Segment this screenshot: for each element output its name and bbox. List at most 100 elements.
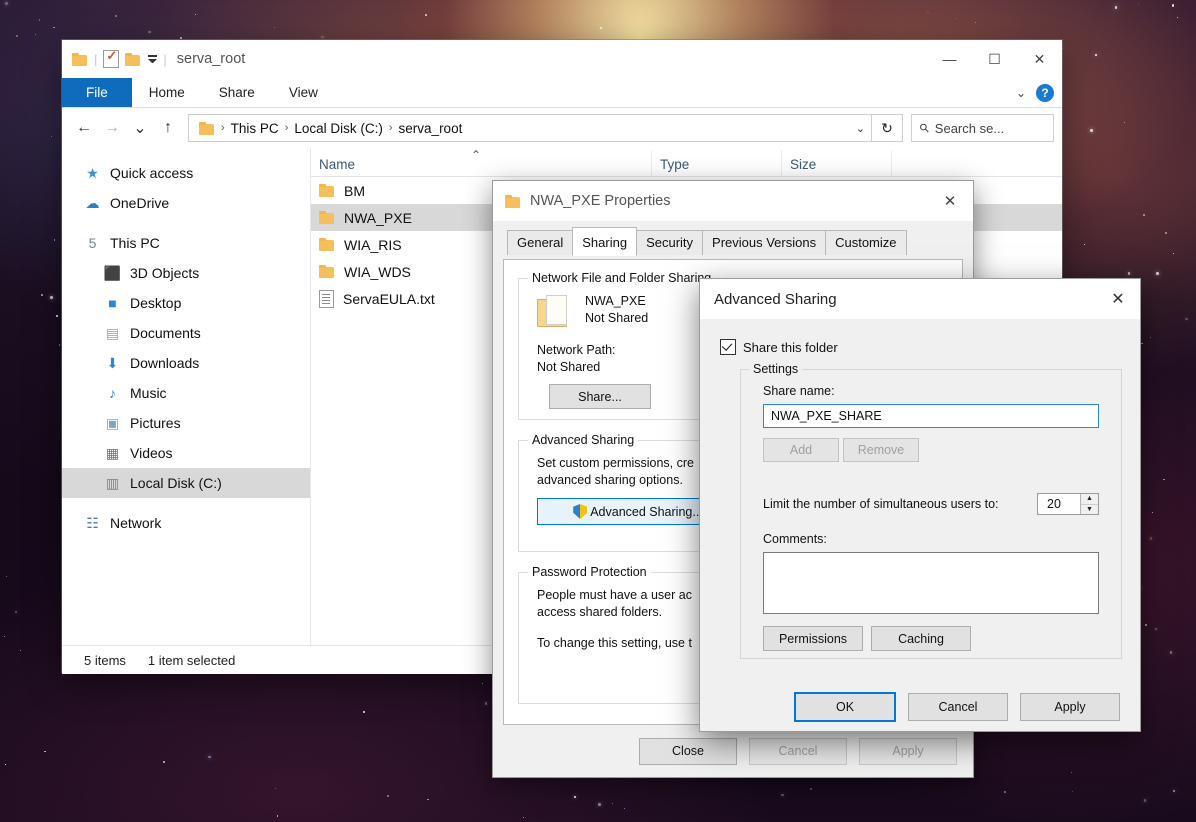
star: [275, 788, 276, 789]
quick-access-toolbar[interactable]: | |: [62, 50, 167, 68]
tab-home[interactable]: Home: [132, 78, 202, 107]
advanced-sharing-legend: Advanced Sharing: [528, 433, 638, 447]
sidebar-item-music[interactable]: ♪ Music: [62, 378, 310, 408]
star: [927, 12, 929, 14]
collapse-ribbon-icon[interactable]: ⌄: [1016, 86, 1026, 100]
sidebar-item-quick-access[interactable]: ★ Quick access: [62, 158, 310, 188]
sidebar-item-documents[interactable]: ▤ Documents: [62, 318, 310, 348]
properties-title-bar[interactable]: NWA_PXE Properties ✕: [493, 181, 973, 221]
column-header-type[interactable]: Type: [651, 150, 781, 176]
close-button[interactable]: ✕: [1017, 40, 1062, 78]
password-desc-3: To change this setting, use t: [537, 635, 692, 651]
properties-icon[interactable]: [103, 50, 119, 68]
sidebar-item-local-disk-c[interactable]: ▥ Local Disk (C:): [62, 468, 310, 498]
sidebar-item-network[interactable]: ☷ Network: [62, 508, 310, 538]
star: [39, 19, 41, 21]
up-icon[interactable]: ↑: [154, 113, 182, 143]
sidebar-icon: ▣: [104, 415, 121, 432]
minimize-button[interactable]: —: [927, 40, 972, 78]
shared-folder-name: NWA_PXE: [585, 293, 646, 309]
sidebar-item-label: 3D Objects: [130, 265, 199, 281]
folder-icon: [319, 184, 335, 197]
sidebar-spacer: [62, 218, 310, 228]
star: [425, 14, 427, 16]
share-name-label: Share name:: [763, 384, 835, 398]
star: [180, 37, 182, 39]
permissions-button[interactable]: Permissions: [763, 626, 863, 651]
explorer-title-bar[interactable]: | | serva_root — ☐ ✕: [62, 40, 1062, 78]
share-this-folder-checkbox[interactable]: Share this folder: [720, 339, 838, 355]
stepper-arrows[interactable]: ▲ ▼: [1080, 494, 1098, 514]
star: [1150, 537, 1152, 539]
sort-ascending-icon: ⌃: [471, 148, 481, 162]
new-folder-icon[interactable]: [125, 53, 141, 66]
tab-security[interactable]: Security: [636, 230, 703, 255]
search-input[interactable]: ⚲ Search se...: [911, 114, 1054, 142]
sidebar-item-desktop[interactable]: ■ Desktop: [62, 288, 310, 318]
star: [1156, 272, 1159, 275]
limit-users-value[interactable]: 20: [1038, 494, 1080, 514]
star: [598, 803, 601, 806]
window-title: serva_root: [177, 51, 246, 67]
recent-locations-icon[interactable]: ⌄: [126, 113, 154, 143]
close-icon[interactable]: ✕: [927, 181, 973, 221]
back-icon[interactable]: ←: [70, 113, 98, 143]
sidebar-item-onedrive[interactable]: ☁ OneDrive: [62, 188, 310, 218]
ok-button[interactable]: OK: [794, 692, 896, 722]
column-header-extra[interactable]: [891, 150, 971, 176]
share-button[interactable]: Share...: [549, 384, 651, 409]
help-icon[interactable]: ?: [1036, 84, 1054, 102]
apply-button[interactable]: Apply: [1020, 693, 1120, 721]
star: [574, 796, 576, 798]
properties-footer: Close Cancel Apply: [493, 725, 973, 777]
star: [41, 294, 43, 296]
sidebar-item-videos[interactable]: ▦ Videos: [62, 438, 310, 468]
share-name-input[interactable]: NWA_PXE_SHARE: [763, 404, 1099, 428]
maximize-button[interactable]: ☐: [972, 40, 1017, 78]
checkbox-icon[interactable]: [720, 339, 736, 355]
tab-file[interactable]: File: [62, 78, 132, 107]
sidebar-icon: ⬛: [104, 265, 121, 282]
sidebar-item-label: Music: [130, 385, 167, 401]
star: [1071, 772, 1072, 773]
forward-icon[interactable]: →: [98, 113, 126, 143]
chevron-down-icon[interactable]: ⌄: [856, 122, 865, 135]
limit-users-stepper[interactable]: 20 ▲ ▼: [1037, 493, 1099, 515]
caching-button[interactable]: Caching: [871, 626, 971, 651]
breadcrumb-this-pc[interactable]: This PC: [227, 121, 283, 136]
star: [54, 239, 55, 240]
status-selection: 1 item selected: [148, 653, 235, 668]
refresh-icon[interactable]: ↻: [872, 114, 903, 142]
breadcrumb-serva-root[interactable]: serva_root: [395, 121, 467, 136]
stepper-up-icon[interactable]: ▲: [1081, 494, 1098, 505]
sidebar-item-label: Network: [110, 515, 161, 531]
comments-textarea[interactable]: [763, 552, 1099, 614]
toolbar-divider: |: [94, 52, 97, 67]
advanced-sharing-title-bar[interactable]: Advanced Sharing ✕: [700, 279, 1140, 319]
tab-customize[interactable]: Customize: [825, 230, 906, 255]
tab-general[interactable]: General: [507, 230, 573, 255]
tab-previous-versions[interactable]: Previous Versions: [702, 230, 826, 255]
sidebar-item-downloads[interactable]: ⬇ Downloads: [62, 348, 310, 378]
folder-icon-large: [537, 293, 571, 329]
dropdown-icon[interactable]: [148, 55, 157, 63]
stepper-down-icon[interactable]: ▼: [1081, 505, 1098, 515]
star: [4, 636, 5, 637]
sidebar-icon: ▤: [104, 325, 121, 342]
tab-share[interactable]: Share: [202, 78, 272, 107]
close-icon[interactable]: ✕: [1096, 279, 1140, 319]
cancel-button[interactable]: Cancel: [908, 693, 1008, 721]
close-dialog-button[interactable]: Close: [639, 738, 737, 765]
tab-sharing[interactable]: Sharing: [572, 227, 637, 256]
column-header-size[interactable]: Size: [781, 150, 891, 176]
star: [1138, 3, 1139, 4]
tab-view[interactable]: View: [272, 78, 335, 107]
sidebar-item-this-pc[interactable]: ὚5 This PC: [62, 228, 310, 258]
address-bar[interactable]: › This PC › Local Disk (C:) › serva_root…: [188, 114, 872, 142]
star: [148, 31, 151, 34]
breadcrumb-local-disk[interactable]: Local Disk (C:): [290, 121, 387, 136]
sidebar-item-3d-objects[interactable]: ⬛ 3D Objects: [62, 258, 310, 288]
sidebar-item-pictures[interactable]: ▣ Pictures: [62, 408, 310, 438]
sidebar-icon: ★: [84, 165, 101, 182]
star: [956, 18, 957, 19]
